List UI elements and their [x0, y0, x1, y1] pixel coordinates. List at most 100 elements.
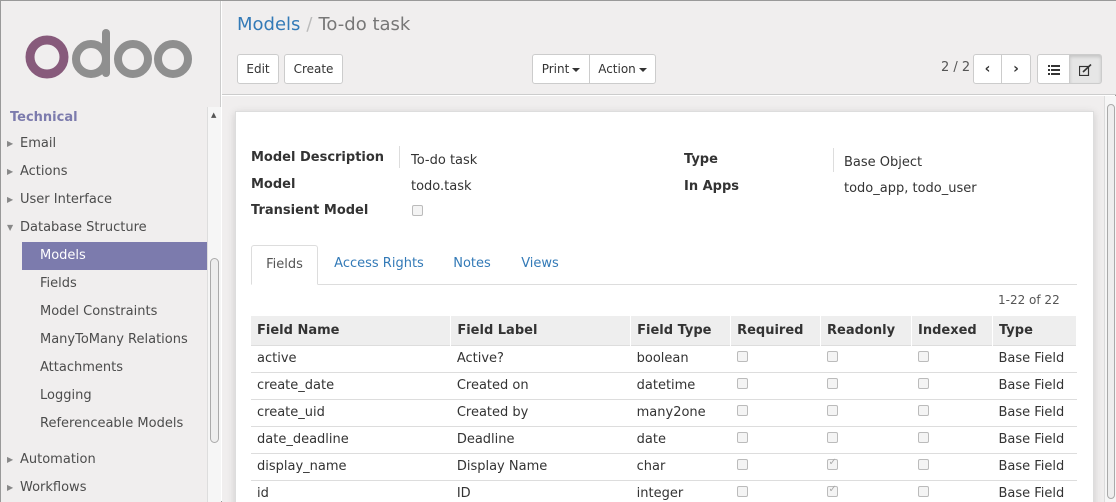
tab-views[interactable]: Views — [514, 245, 566, 285]
sidebar: Technical ▶ Email ▶ Actions ▶ User Inter… — [1, 1, 221, 502]
breadcrumb-models-link[interactable]: Models — [237, 14, 300, 35]
action-dropdown-button[interactable]: Action — [589, 54, 656, 84]
cell-readonly — [820, 479, 912, 502]
cell-field-name: create_date — [251, 371, 451, 399]
cell-type: Base Field — [992, 344, 1077, 372]
sidebar-item-label: Workflows — [20, 480, 87, 495]
column-header[interactable]: Field Label — [450, 316, 632, 345]
checkbox — [826, 351, 838, 362]
type-value[interactable]: Base Object — [844, 155, 922, 170]
edit-button[interactable]: Edit — [237, 54, 279, 84]
caret-right-icon: ▶ — [7, 483, 14, 492]
table-row[interactable]: display_nameDisplay Namechar Base Field — [251, 452, 1077, 480]
table-row[interactable]: create_date Created on datetime Base Field — [251, 371, 1077, 399]
sidebar-item-label: Email — [20, 136, 57, 151]
cell-field-type: date — [630, 425, 731, 453]
sidebar-item-automation[interactable]: ▶ Automation — [1, 446, 208, 474]
pager-next-button[interactable]: › — [1001, 54, 1031, 84]
column-header[interactable]: Required — [730, 316, 822, 345]
checkbox — [736, 459, 748, 470]
main-content: Model Description To-do task Model todo.… — [222, 96, 1116, 502]
sidebar-item-label: Database Structure — [20, 220, 147, 235]
sidebar-subitem-manytomany-relations[interactable]: ManyToMany Relations — [1, 326, 208, 354]
sidebar-subitem-model-constraints[interactable]: Model Constraints — [1, 298, 208, 326]
cell-indexed — [911, 344, 993, 372]
cell-indexed — [911, 452, 993, 480]
checkbox — [917, 405, 929, 416]
main-scrollbar[interactable] — [1104, 96, 1116, 502]
model-description-label: Model Description — [251, 150, 385, 165]
column-header[interactable]: Readonly — [820, 316, 913, 345]
caret-down-icon — [572, 67, 581, 72]
sidebar-item-user-interface[interactable]: ▶ User Interface — [1, 186, 208, 214]
cell-readonly — [820, 371, 912, 399]
column-header[interactable]: Field Type — [630, 316, 732, 345]
main-scroll-thumb[interactable] — [1107, 104, 1115, 499]
table-row[interactable]: active Active? boolean Base Field — [251, 344, 1077, 372]
print-label: Print — [541, 62, 570, 76]
checkbox — [917, 486, 929, 498]
column-header[interactable]: Field Name — [251, 316, 452, 345]
chevron-right-icon: › — [1013, 61, 1019, 77]
cell-required — [730, 425, 821, 453]
table-row[interactable]: create_uid Created by many2one Base Field — [251, 398, 1077, 426]
transient-model-label: Transient Model — [251, 203, 369, 218]
form-view-button[interactable] — [1069, 54, 1102, 84]
action-label: Action — [598, 62, 636, 76]
model-value[interactable]: todo.task — [411, 179, 472, 194]
cell-field-label: Active? — [450, 344, 631, 372]
pager-value[interactable]: 2 / 2 — [941, 60, 970, 75]
sidebar-scrollbar[interactable]: ▲ — [207, 107, 221, 502]
cell-field-name: id — [251, 479, 451, 502]
table-header-row: Field Name Field Label Field Type Requir… — [251, 316, 1078, 345]
table-row[interactable]: idIDinteger Base Field — [251, 479, 1077, 502]
cell-indexed — [911, 479, 993, 502]
tab-access-rights[interactable]: Access Rights — [329, 245, 429, 285]
caret-down-icon — [638, 67, 647, 72]
sidebar-item-workflows[interactable]: ▶ Workflows — [1, 474, 208, 502]
odoo-logo[interactable] — [25, 29, 195, 81]
sidebar-item-email[interactable]: ▶ Email — [1, 130, 208, 158]
scroll-up-icon[interactable]: ▲ — [211, 111, 216, 119]
breadcrumb: Models / To-do task — [237, 14, 410, 35]
table-row[interactable]: date_deadline Deadline date Base Field — [251, 425, 1077, 453]
model-description-value[interactable]: To-do task — [411, 153, 477, 168]
checkbox — [826, 484, 838, 498]
caret-right-icon: ▶ — [7, 455, 14, 464]
list-view-button[interactable] — [1037, 54, 1070, 84]
sidebar-subitem-models[interactable]: Models — [22, 242, 208, 270]
sidebar-subitem-referenceable-models[interactable]: Referenceable Models — [1, 410, 208, 438]
sidebar-subitem-logging[interactable]: Logging — [1, 382, 208, 410]
tab-notes[interactable]: Notes — [445, 245, 499, 285]
sidebar-item-label: User Interface — [20, 192, 112, 207]
print-dropdown-button[interactable]: Print — [532, 54, 590, 84]
breadcrumb-separator: / — [306, 14, 313, 35]
cell-readonly — [820, 344, 912, 372]
transient-model-checkbox[interactable] — [412, 205, 423, 220]
cell-readonly — [820, 452, 912, 480]
column-header[interactable]: Indexed — [911, 316, 993, 345]
edit-form-icon — [1078, 63, 1092, 76]
sidebar-scroll-thumb[interactable] — [210, 258, 219, 443]
create-button[interactable]: Create — [284, 54, 343, 84]
cell-type: Base Field — [992, 371, 1077, 399]
sidebar-subitem-attachments[interactable]: Attachments — [1, 354, 208, 382]
checkbox — [917, 378, 929, 389]
in-apps-value[interactable]: todo_app, todo_user — [844, 181, 977, 196]
pager-previous-button[interactable]: ‹ — [973, 54, 1002, 84]
sidebar-item-actions[interactable]: ▶ Actions — [1, 158, 208, 186]
sidebar-item-database-structure[interactable]: ▼ Database Structure — [1, 214, 208, 242]
checkbox — [736, 432, 748, 443]
control-panel: Models / To-do task Edit Create Print Acti… — [222, 1, 1116, 95]
cell-indexed — [911, 398, 993, 426]
checkbox — [736, 486, 748, 498]
sidebar-subitem-fields[interactable]: Fields — [1, 270, 208, 298]
column-header[interactable]: Type — [992, 316, 1078, 345]
cell-field-label: Created on — [450, 371, 631, 399]
cell-field-type: many2one — [630, 398, 731, 426]
cell-required — [730, 344, 821, 372]
tab-fields[interactable]: Fields — [251, 245, 318, 285]
checkbox[interactable] — [412, 205, 423, 216]
breadcrumb-current: To-do task — [318, 14, 411, 35]
notebook-tabs: Fields Access Rights Notes Views — [251, 245, 1077, 285]
